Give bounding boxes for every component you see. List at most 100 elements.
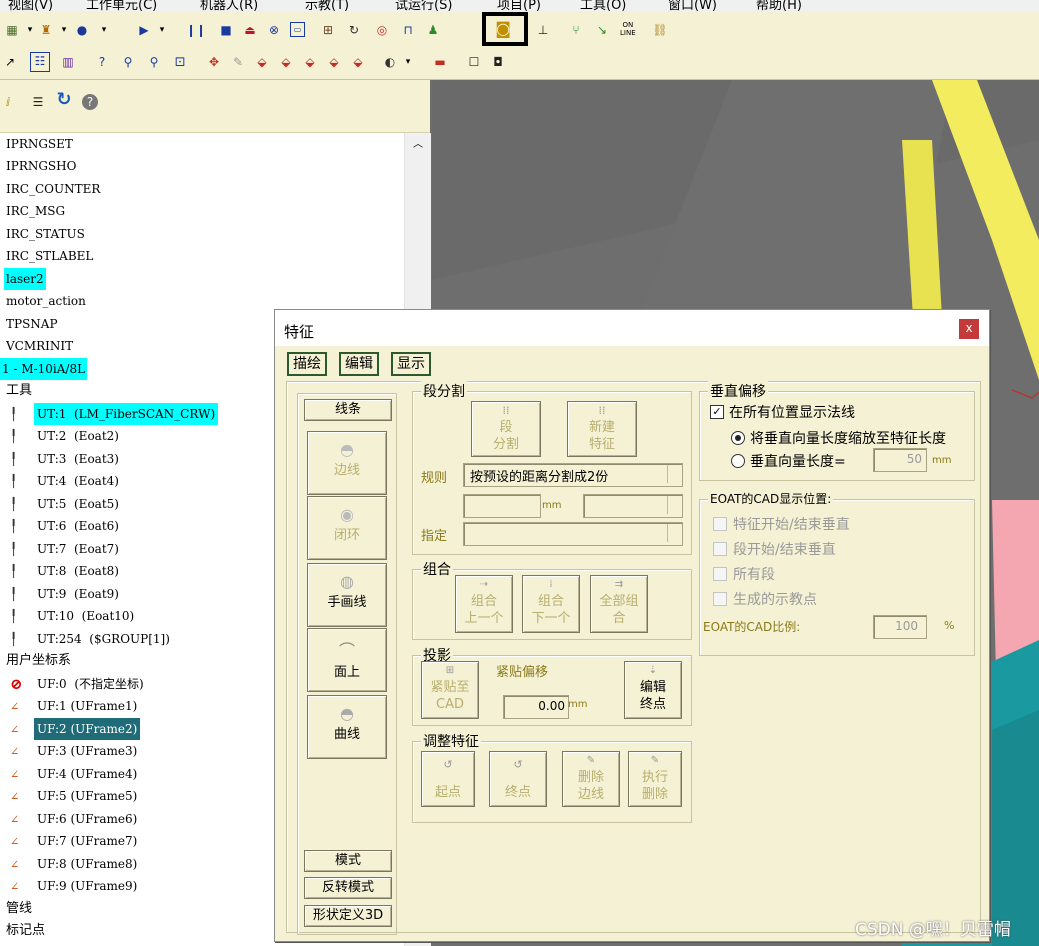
adjust-end-button[interactable]: ↺ 终点 <box>489 751 547 807</box>
add-icon[interactable]: ⅈ <box>0 94 16 110</box>
tree-item-tools[interactable]: 工具 <box>6 380 32 402</box>
tree-item-uf2[interactable]: UF:2 (UFrame2) <box>34 718 141 740</box>
tree-item-robot[interactable]: 1 - M-10iA/8L <box>0 358 88 380</box>
tree-item-irc-msg[interactable]: IRC_MSG <box>6 200 65 222</box>
feature-tool-button[interactable]: ◙ <box>482 12 528 46</box>
vector-length-input[interactable]: 50 <box>873 448 927 472</box>
tree-item-uf8[interactable]: UF:8 (UFrame8) <box>37 853 137 875</box>
fixed-length-radio[interactable] <box>731 454 745 468</box>
scroll-up-icon[interactable]: ︿ <box>413 135 423 150</box>
help-icon[interactable]: ? <box>94 54 110 70</box>
tree-item-uf5[interactable]: UF:5 (UFrame5) <box>37 785 137 807</box>
dropdown-arrow-icon[interactable]: ▾ <box>22 22 38 38</box>
adjust-start-button[interactable]: ↺ 起点 <box>421 751 475 807</box>
loop-button[interactable]: ◉ 闭环 <box>307 496 387 560</box>
target-icon[interactable]: ◎ <box>374 22 390 38</box>
tree-item-ut254[interactable]: UT:254 ($GROUP[1]) <box>37 628 170 650</box>
eoat-scale-input[interactable]: 100 <box>873 615 927 639</box>
tree-item-ut1[interactable]: UT:1 (LM_FiberSCAN_CRW) <box>34 403 219 425</box>
cube-icon-2[interactable]: ⬙ <box>278 54 294 70</box>
tree-item-ut8[interactable]: UT:8 (Eoat8) <box>37 560 119 582</box>
tree-view-icon[interactable]: ☷ <box>30 52 50 72</box>
surface-button[interactable]: ⌒ 面上 <box>307 628 387 692</box>
tree-item-uf7[interactable]: UF:7 (UFrame7) <box>37 830 137 852</box>
workcell-icon[interactable]: ▦ <box>4 22 20 38</box>
combine-prev-button[interactable]: ⇢ 组合 上一个 <box>455 575 513 633</box>
tree-item-ut4[interactable]: UT:4 (Eoat4) <box>37 470 119 492</box>
show-normal-checkbox[interactable]: ✓ <box>710 405 724 419</box>
pause-icon[interactable]: ❙❙ <box>186 22 206 38</box>
generated-points-checkbox[interactable] <box>713 592 727 606</box>
edge-button[interactable]: ◓ 边线 <box>307 431 387 495</box>
tree-item-vcmrinit[interactable]: VCMRINIT <box>6 335 73 357</box>
help-circle-icon[interactable]: ? <box>82 94 98 110</box>
segment-split-button[interactable]: ⁞⁞ 段 分割 <box>471 401 541 457</box>
scale-to-length-radio[interactable] <box>731 431 745 445</box>
tree-item-markers[interactable]: 标记点 <box>6 920 45 942</box>
feature-start-end-checkbox[interactable] <box>713 517 727 531</box>
cursor-icon[interactable]: ↗ <box>2 54 18 70</box>
dropdown-arrow-icon[interactable]: ▾ <box>154 22 170 38</box>
cube-icon-3[interactable]: ⬙ <box>302 54 318 70</box>
tree-item-ut7[interactable]: UT:7 (Eoat7) <box>37 538 119 560</box>
ruler-icon[interactable]: ▬ <box>432 54 448 70</box>
new-feature-button[interactable]: ⁞⁞ 新建 特征 <box>567 401 637 457</box>
combine-next-button[interactable]: ⁞ 组合 下一个 <box>522 575 580 633</box>
operator-icon[interactable]: ♟ <box>425 22 441 38</box>
tree-item-irc-counter[interactable]: IRC_COUNTER <box>6 178 100 200</box>
tree-item-uf3[interactable]: UF:3 (UFrame3) <box>37 740 137 762</box>
tree-item-iprngsho[interactable]: IPRNGSHO <box>6 155 76 177</box>
tree-item-uf4[interactable]: UF:4 (UFrame4) <box>37 763 137 785</box>
fence-icon[interactable]: ⊓ <box>400 22 416 38</box>
tree-item-uf1[interactable]: UF:1 (UFrame1) <box>37 695 137 717</box>
tree-item-ut3[interactable]: UT:3 (Eoat3) <box>37 448 119 470</box>
tree-item-iprngset[interactable]: IPRNGSET <box>6 133 73 155</box>
panel-icon[interactable]: ▭ <box>290 22 305 37</box>
menu-workcell[interactable]: 工作单元(C) <box>86 0 157 12</box>
zoom-window-icon[interactable]: ⚀ <box>172 54 188 70</box>
eject-icon[interactable]: ⏏ <box>242 22 258 38</box>
menu-view[interactable]: 视图(V) <box>8 0 53 12</box>
tree-item-irc-stlabel[interactable]: IRC_STLABEL <box>6 245 93 267</box>
menu-teach[interactable]: 示教(T) <box>305 0 349 12</box>
bar-chart-icon[interactable]: ▥ <box>60 54 76 70</box>
distance-input[interactable] <box>463 494 541 518</box>
freehand-button[interactable]: ◍ 手画线 <box>307 563 387 627</box>
camera-view-icon[interactable]: ◐ <box>382 54 398 70</box>
close-button[interactable]: x <box>959 319 979 339</box>
cube-icon-5[interactable]: ⬙ <box>350 54 366 70</box>
zoom-out-icon[interactable]: ⚲ <box>146 54 162 70</box>
execute-delete-button[interactable]: ✎ 执行 删除 <box>628 751 682 807</box>
tab-edit[interactable]: 编辑 <box>339 352 379 376</box>
camera-record-icon[interactable]: ● <box>74 22 90 38</box>
online-icon[interactable]: ON LINE <box>620 21 636 37</box>
line-button[interactable]: 线条 <box>304 399 392 421</box>
refresh-icon[interactable]: ↻ <box>56 91 72 109</box>
tree-item-motor-action[interactable]: motor_action <box>6 290 86 312</box>
edit-end-point-button[interactable]: ⇣ 编辑 终点 <box>624 661 682 719</box>
tree-item-uf0[interactable]: UF:0 (不指定坐标) <box>37 673 144 695</box>
reverse-mode-button[interactable]: 反转模式 <box>304 877 392 899</box>
curve-button[interactable]: ◓ 曲线 <box>307 695 387 759</box>
network-icon[interactable]: ⛓ <box>652 22 668 38</box>
spiral-icon[interactable]: ↻ <box>346 22 362 38</box>
tree-item-irc-status[interactable]: IRC_STATUS <box>6 223 85 245</box>
segment-start-end-checkbox[interactable] <box>713 542 727 556</box>
pencil-icon[interactable]: ✎ <box>230 54 246 70</box>
tree-item-uf6[interactable]: UF:6 (UFrame6) <box>37 808 137 830</box>
menu-window[interactable]: 窗口(W) <box>668 0 717 12</box>
stop-icon[interactable]: ■ <box>218 22 234 38</box>
tree-item-uf9[interactable]: UF:9 (UFrame9) <box>37 875 137 897</box>
io-connect-icon[interactable]: ⑂ <box>568 22 584 38</box>
tree-item-ut6[interactable]: UT:6 (Eoat6) <box>37 515 119 537</box>
tree-item-ut2[interactable]: UT:2 (Eoat2) <box>37 425 119 447</box>
cube-icon-4[interactable]: ⬙ <box>326 54 342 70</box>
combine-all-button[interactable]: ⇉ 全部组 合 <box>590 575 648 633</box>
snap-offset-input[interactable]: 0.00 <box>503 695 569 719</box>
tree-item-laser2[interactable]: laser2 <box>4 268 46 290</box>
tree-item-user-frames[interactable]: 用户坐标系 <box>6 650 71 672</box>
cube-icon-1[interactable]: ⬙ <box>254 54 270 70</box>
specify-select[interactable] <box>463 522 683 546</box>
reset-icon[interactable]: ⊗ <box>266 22 282 38</box>
all-segments-checkbox[interactable] <box>713 567 727 581</box>
